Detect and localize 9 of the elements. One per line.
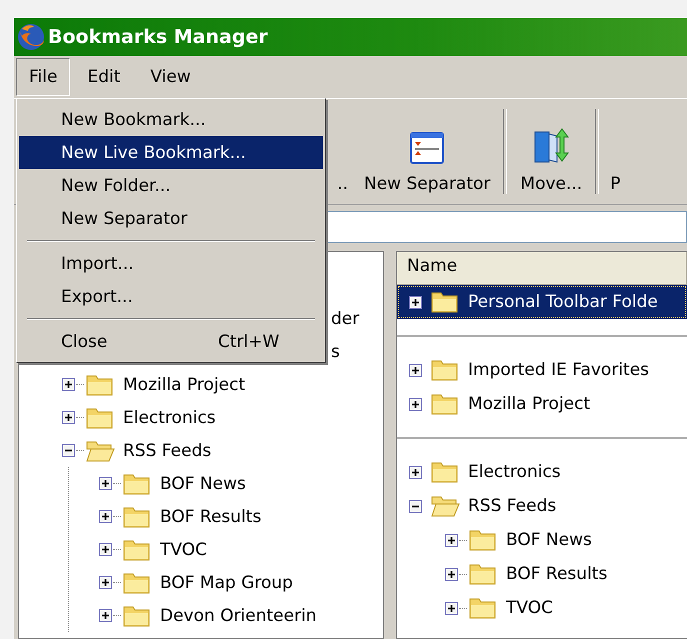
bookmark-name: Mozilla Project <box>468 394 590 414</box>
window-title: Bookmarks Manager <box>48 26 268 48</box>
bookmark-name: Personal Toolbar Folde <box>468 292 658 312</box>
bookmark-name: Electronics <box>468 462 561 482</box>
bookmark-name: RSS Feeds <box>468 496 556 516</box>
bookmark-name: BOF News <box>506 530 592 550</box>
bookmark-name: TVOC <box>506 598 553 618</box>
bookmark-name: BOF Results <box>506 564 608 584</box>
bookmark-name: Imported IE Favorites <box>468 360 650 380</box>
